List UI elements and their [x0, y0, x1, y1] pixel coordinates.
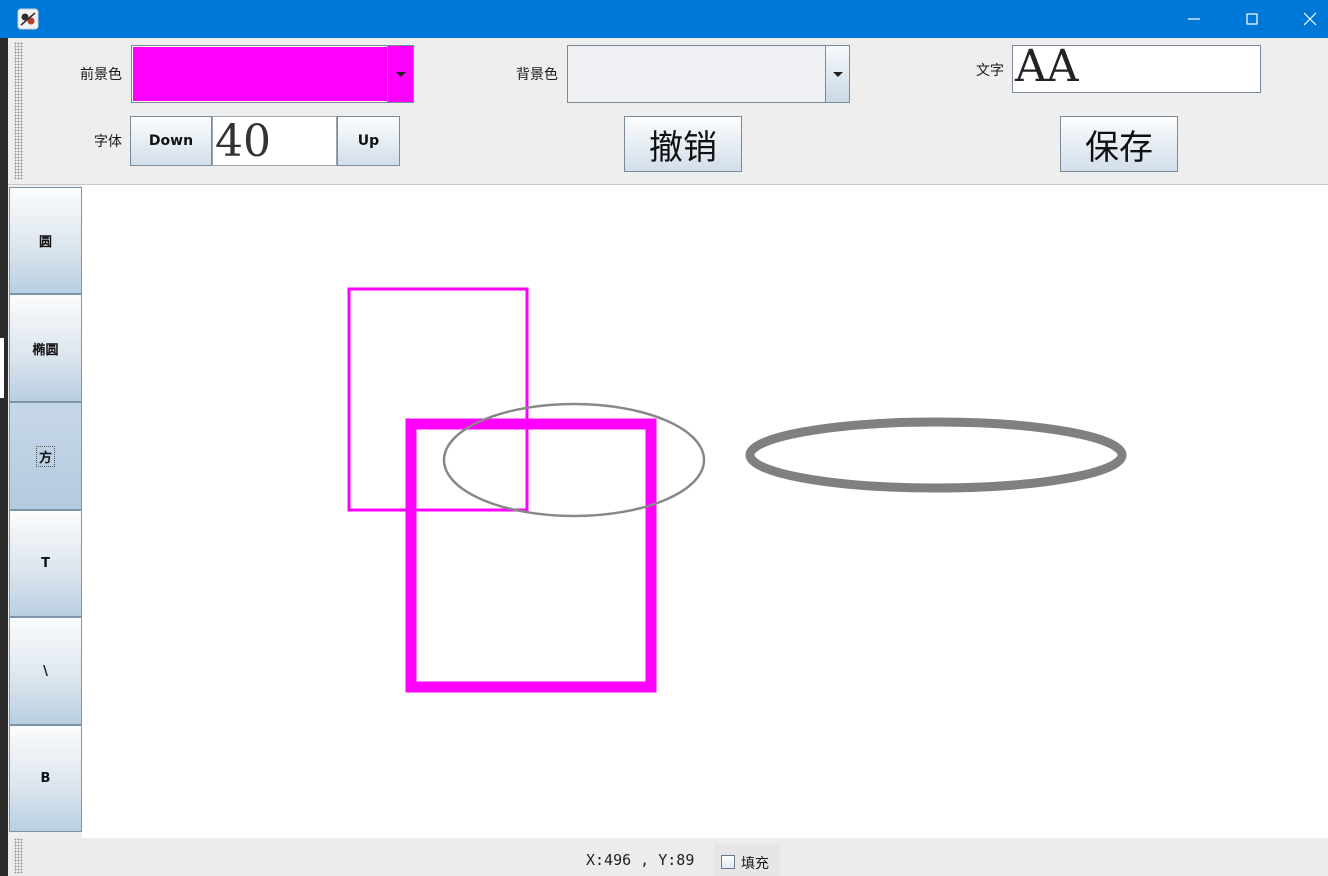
tool-ellipse-button[interactable]: 椭圆 [9, 294, 82, 402]
font-size-down-button[interactable]: Down [130, 116, 212, 166]
java-app-icon [17, 8, 39, 30]
minimize-icon[interactable] [1180, 7, 1208, 31]
tool-rectangle-button[interactable]: 方 [9, 402, 82, 510]
maximize-icon[interactable] [1238, 7, 1266, 31]
tool-b-button[interactable]: B [9, 725, 82, 832]
toolbar-grip[interactable] [14, 42, 23, 180]
title-bar [0, 0, 1328, 38]
fill-checkbox[interactable] [721, 855, 735, 869]
close-icon[interactable] [1296, 7, 1324, 31]
tool-rectangle-label: 方 [35, 445, 55, 467]
background-color-combo[interactable] [567, 45, 850, 103]
drawing-canvas[interactable] [82, 185, 1328, 838]
tool-line-button[interactable]: \ [9, 617, 82, 725]
status-bar-grip[interactable] [14, 838, 23, 874]
tool-text-button[interactable]: T [9, 510, 82, 617]
text-input-value: AA [1015, 45, 1079, 92]
canvas-rectangle-thick [405, 418, 657, 693]
background-color-swatch [569, 47, 825, 101]
undo-button[interactable]: 撤销 [624, 116, 742, 172]
foreground-color-label: 前景色 [80, 67, 122, 83]
tool-panel: 圆 椭圆 方 T \ B [8, 185, 82, 838]
fill-checkbox-label: 填充 [741, 856, 769, 872]
font-size-up-button[interactable]: Up [337, 116, 400, 166]
font-label: 字体 [94, 134, 122, 150]
cursor-coordinates: X:496 , Y:89 [586, 851, 695, 869]
foreground-combo-arrow[interactable] [387, 46, 413, 102]
canvas-rectangle-thin [347, 287, 529, 512]
foreground-color-swatch [133, 47, 387, 101]
tool-circle-button[interactable]: 圆 [9, 187, 82, 294]
fill-checkbox-container[interactable]: 填充 [714, 844, 780, 876]
window-edge [0, 38, 8, 876]
font-size-value: 40 [215, 116, 271, 166]
background-combo-arrow[interactable] [825, 46, 849, 102]
save-button[interactable]: 保存 [1060, 116, 1178, 172]
canvas-ellipse-thick [745, 417, 1127, 493]
background-color-label: 背景色 [516, 67, 558, 83]
font-size-field[interactable]: 40 [212, 116, 337, 166]
window-edge-highlight [0, 338, 4, 398]
foreground-color-combo[interactable] [131, 45, 414, 103]
text-label: 文字 [976, 63, 1004, 79]
text-input[interactable]: AA [1012, 45, 1261, 93]
